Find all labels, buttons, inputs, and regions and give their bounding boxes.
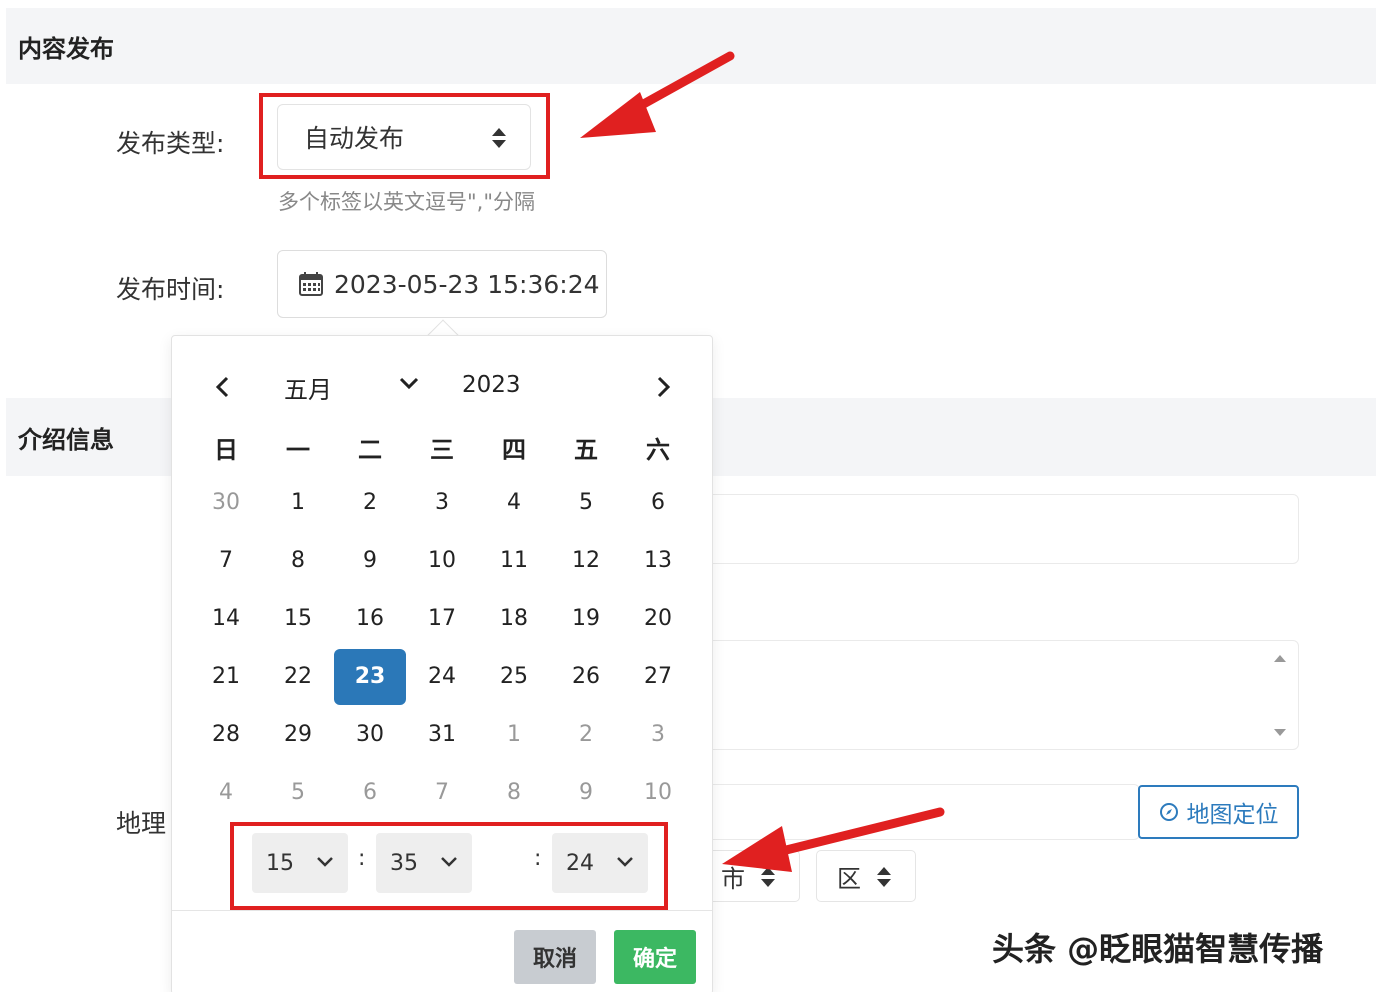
arrow-icon [580, 51, 735, 138]
arrow-icon [722, 807, 945, 872]
annotation-arrows [580, 51, 945, 872]
watermark: 头条 @眨眼猫智慧传播 [992, 930, 1324, 968]
